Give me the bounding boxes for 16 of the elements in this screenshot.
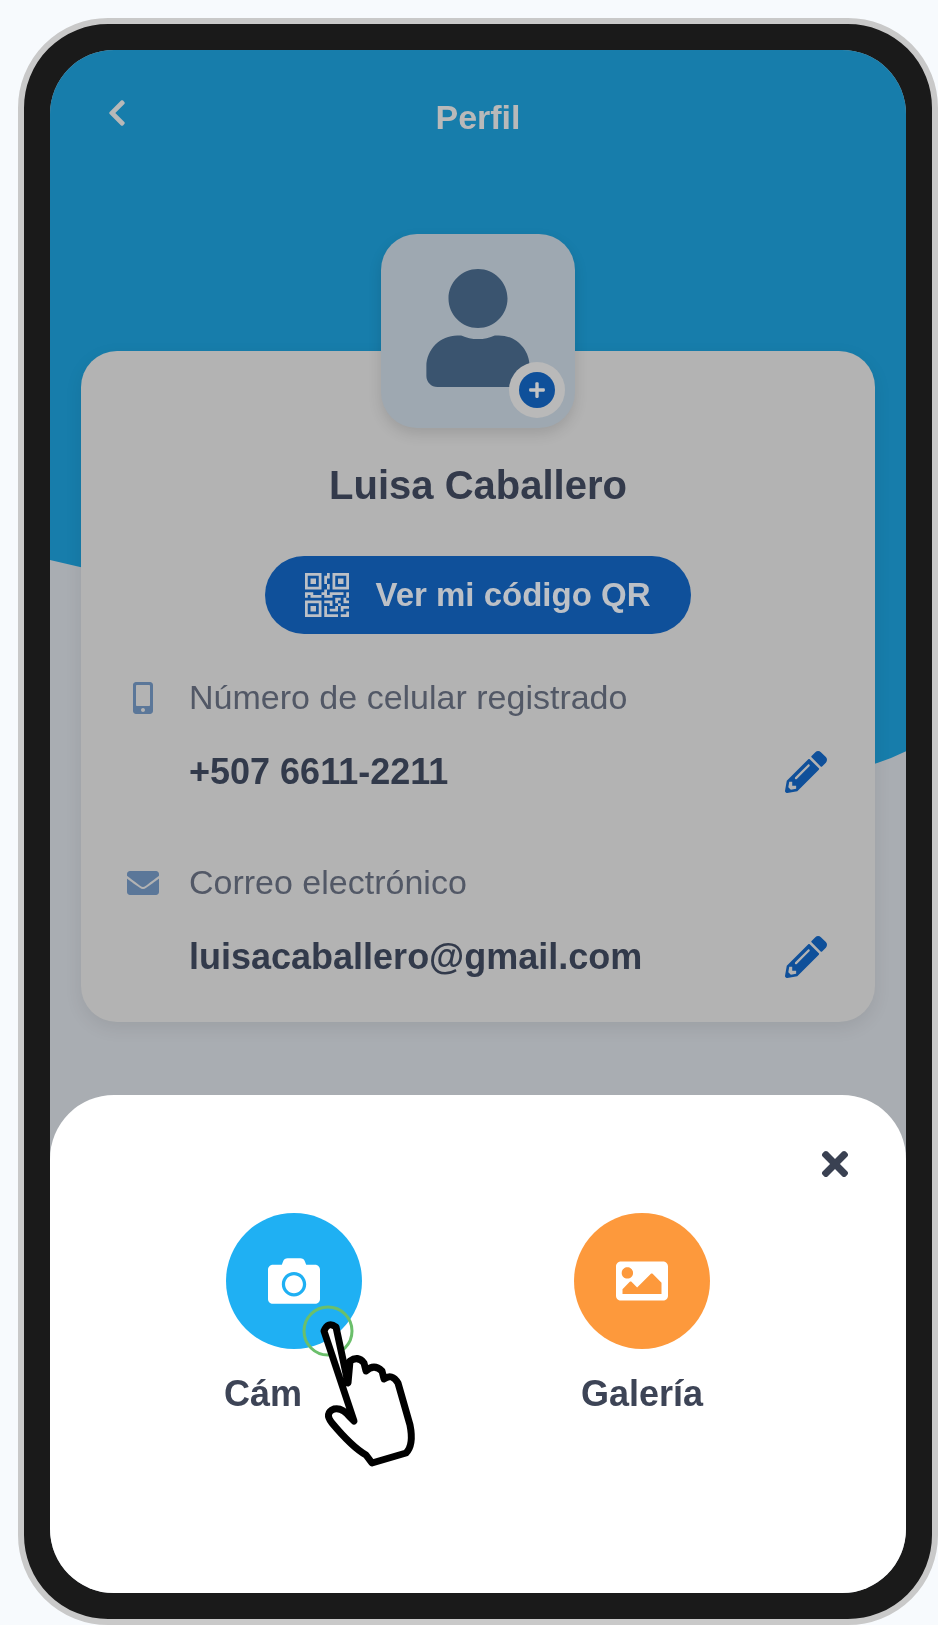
add-photo-button[interactable] — [509, 362, 565, 418]
camera-icon — [268, 1255, 320, 1307]
plus-icon — [528, 381, 546, 399]
option-label: Cám — [224, 1373, 303, 1415]
field-value: +507 6611-2211 — [189, 751, 449, 793]
edit-button[interactable] — [785, 751, 827, 793]
qr-icon — [305, 573, 350, 617]
edit-button[interactable] — [785, 936, 827, 978]
field-value: luisacaballero@gmail.com — [189, 936, 643, 978]
field-label: Número de celular registrado — [189, 678, 628, 717]
page-title: Perfil — [435, 97, 521, 137]
field-label: Correo electrónico — [189, 863, 467, 902]
qr-code-button[interactable]: Ver mi código QR — [265, 556, 691, 634]
user-name: Luisa Caballero — [329, 463, 627, 508]
avatar-placeholder[interactable] — [381, 234, 575, 428]
option-label: Galería — [580, 1373, 704, 1415]
